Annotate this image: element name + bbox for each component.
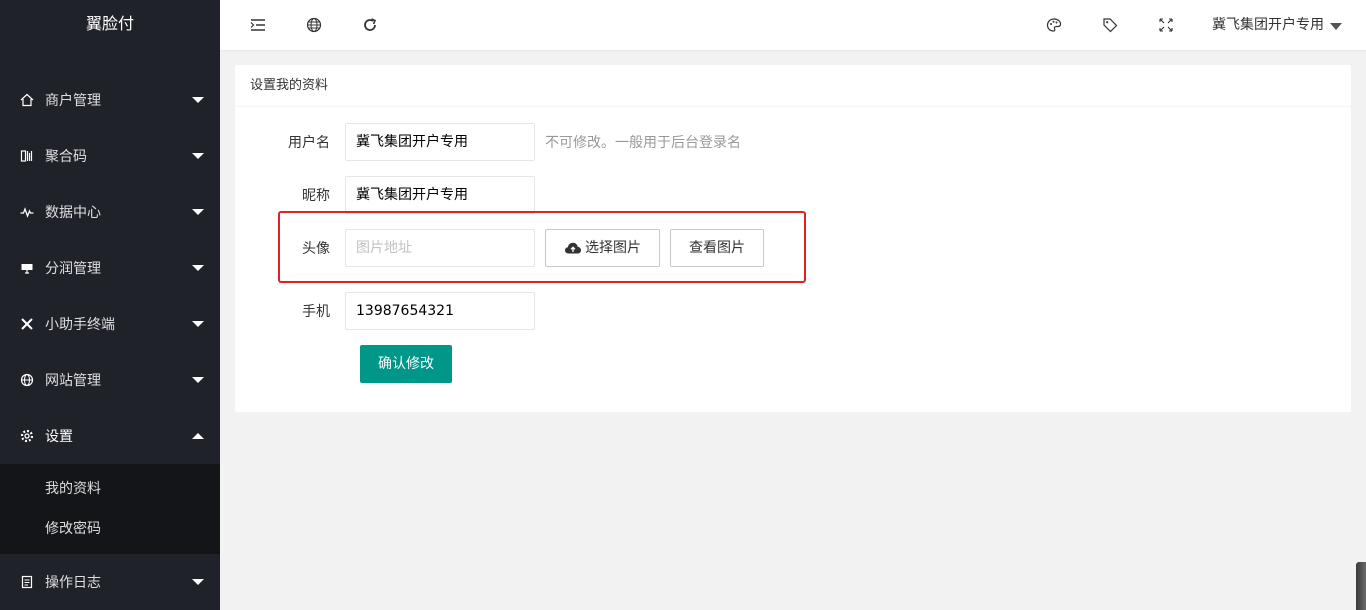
window-edge-decor xyxy=(1356,562,1366,610)
cloud-upload-icon xyxy=(564,241,582,255)
sidebar: 翼脸付 商户管理 聚合码 数据中心 分润管理 小助手终端 网站管理 设置 我的资… xyxy=(0,0,220,610)
nickname-field[interactable]: 冀飞集团开户专用 xyxy=(345,176,535,214)
sidebar-item-label: 聚合码 xyxy=(45,149,87,165)
avatar-url-field[interactable]: 图片地址 xyxy=(345,229,535,267)
nickname-row: 昵称 冀飞集团开户专用 xyxy=(235,176,535,214)
caret-down-icon xyxy=(1330,22,1342,30)
tools-icon xyxy=(20,317,34,331)
sidebar-item-label: 分润管理 xyxy=(45,261,101,277)
tag-icon[interactable] xyxy=(1102,17,1118,33)
chevron-down-icon xyxy=(192,265,204,271)
chevron-down-icon xyxy=(192,97,204,103)
sidebar-item-label: 网站管理 xyxy=(45,373,101,389)
sidebar-item-assistant-terminal[interactable]: 小助手终端 xyxy=(0,296,220,352)
qrcode-icon xyxy=(20,149,34,163)
username-tip: 不可修改。一般用于后台登录名 xyxy=(545,135,741,151)
globe-icon xyxy=(20,373,34,387)
chevron-down-icon xyxy=(192,579,204,585)
phone-field[interactable]: 13987654321 xyxy=(345,292,535,330)
fullscreen-icon[interactable] xyxy=(1158,17,1174,33)
choose-image-button[interactable]: 选择图片 xyxy=(545,229,660,267)
nickname-label: 昵称 xyxy=(302,188,330,204)
avatar-label: 头像 xyxy=(302,241,330,257)
chevron-down-icon xyxy=(192,209,204,215)
sidebar-item-operation-log[interactable]: 操作日志 xyxy=(0,554,220,610)
refresh-icon[interactable] xyxy=(362,17,378,33)
home-icon xyxy=(20,93,34,107)
profile-card: 设置我的资料 用户名 冀飞集团开户专用 不可修改。一般用于后台登录名 昵称 冀飞… xyxy=(235,65,1351,412)
phone-label: 手机 xyxy=(302,304,330,320)
user-name: 冀飞集团开户专用 xyxy=(1212,17,1324,33)
sidebar-item-label: 商户管理 xyxy=(45,93,101,109)
sidebar-item-website[interactable]: 网站管理 xyxy=(0,352,220,408)
theme-palette-icon[interactable] xyxy=(1046,17,1062,33)
monitor-icon xyxy=(20,261,34,275)
sidebar-item-label: 设置 xyxy=(45,429,73,445)
settings-submenu: 我的资料 修改密码 xyxy=(0,464,220,554)
log-icon xyxy=(20,575,34,589)
phone-row: 手机 13987654321 xyxy=(235,292,535,330)
chevron-down-icon xyxy=(192,321,204,327)
sidebar-item-label: 操作日志 xyxy=(45,575,101,591)
top-header: 冀飞集团开户专用 xyxy=(220,0,1366,50)
username-field[interactable]: 冀飞集团开户专用 xyxy=(345,123,535,161)
sidebar-item-data-center[interactable]: 数据中心 xyxy=(0,184,220,240)
gear-icon xyxy=(20,429,34,443)
sidebar-item-label: 数据中心 xyxy=(45,205,101,221)
sidebar-item-qrcode[interactable]: 聚合码 xyxy=(0,128,220,184)
confirm-modify-button[interactable]: 确认修改 xyxy=(360,345,452,383)
view-image-button[interactable]: 查看图片 xyxy=(670,229,764,267)
avatar-row: 头像 图片地址 选择图片 查看图片 xyxy=(235,229,764,267)
sidebar-item-profit-share[interactable]: 分润管理 xyxy=(0,240,220,296)
chevron-down-icon xyxy=(192,153,204,159)
sidebar-item-label: 小助手终端 xyxy=(45,317,115,333)
chevron-up-icon xyxy=(192,433,204,439)
sidebar-subitem-my-profile[interactable]: 我的资料 xyxy=(0,469,220,509)
sidebar-subitem-change-password[interactable]: 修改密码 xyxy=(0,509,220,549)
sidebar-item-settings[interactable]: 设置 xyxy=(0,408,220,464)
chevron-down-icon xyxy=(192,377,204,383)
website-globe-icon[interactable] xyxy=(306,17,322,33)
sidebar-item-merchant[interactable]: 商户管理 xyxy=(0,72,220,128)
user-menu[interactable]: 冀飞集团开户专用 xyxy=(1212,0,1342,50)
chart-pulse-icon xyxy=(20,205,34,219)
menu-toggle-icon[interactable] xyxy=(250,17,266,33)
choose-image-label: 选择图片 xyxy=(585,240,641,256)
username-label: 用户名 xyxy=(288,135,330,151)
app-logo: 翼脸付 xyxy=(0,0,220,50)
username-row: 用户名 冀飞集团开户专用 不可修改。一般用于后台登录名 xyxy=(235,123,741,161)
card-title: 设置我的资料 xyxy=(235,65,1351,107)
